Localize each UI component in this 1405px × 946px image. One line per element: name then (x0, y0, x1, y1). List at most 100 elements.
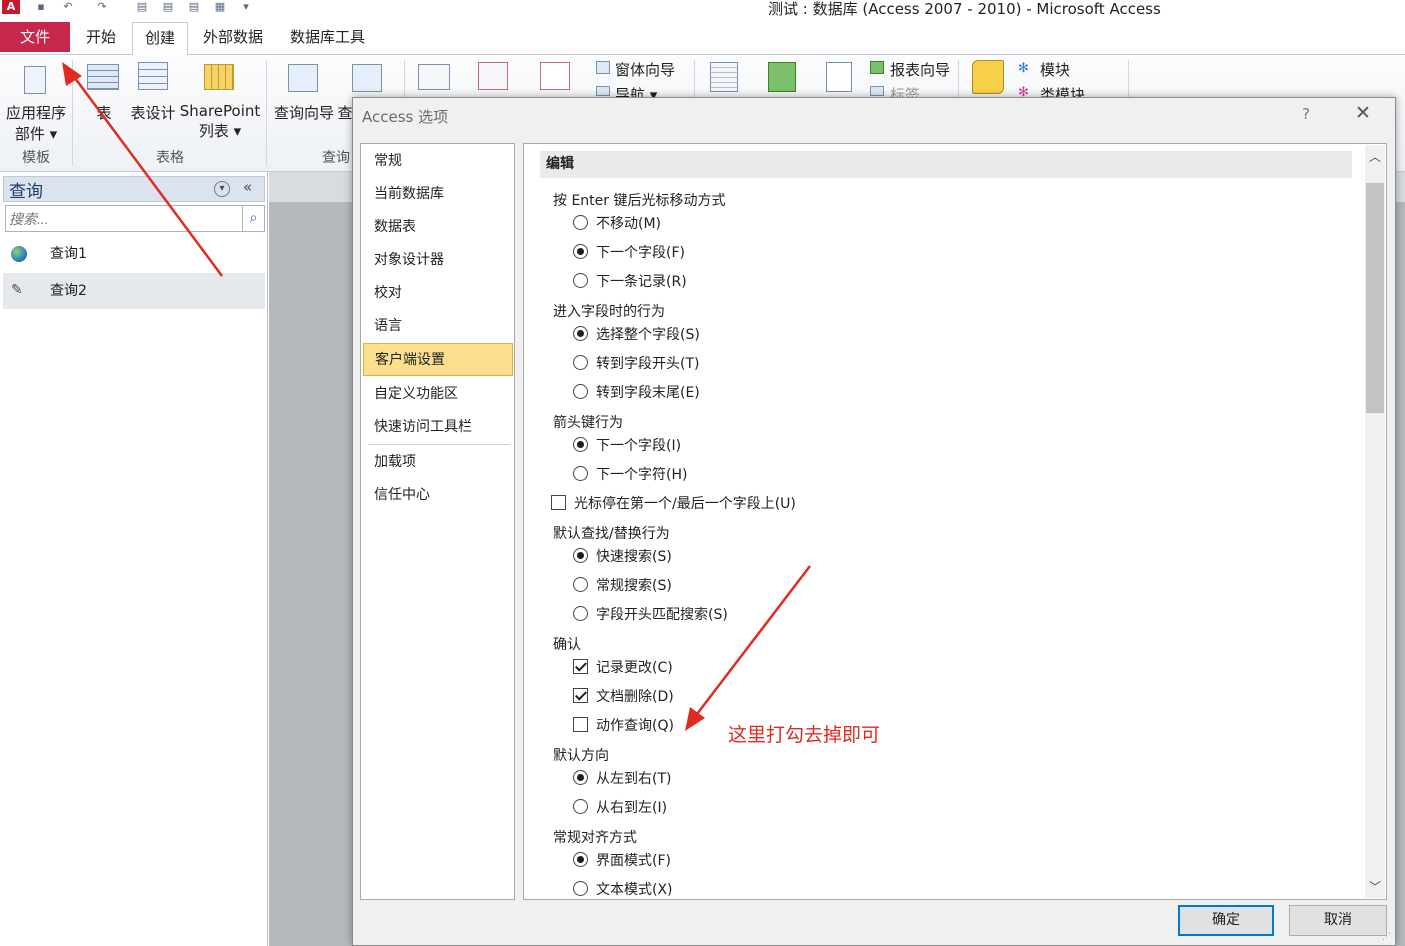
radio-start-of-field-search[interactable]: 字段开头匹配搜索(S) (573, 605, 728, 625)
radio-arrow-next-char[interactable]: 下一个字符(H) (573, 465, 687, 485)
radio-go-to-start[interactable]: 转到字段开头(T) (573, 354, 699, 374)
module-button[interactable]: 模块 (1040, 59, 1070, 80)
blank-report-icon[interactable] (826, 62, 852, 92)
radio-button[interactable] (573, 577, 588, 592)
tab-file[interactable]: 文件 (0, 22, 70, 52)
app-parts-button[interactable]: 应用程序 部件 ▾ (2, 102, 70, 144)
option-label: 下一个字段(F) (596, 245, 685, 261)
option-label: 记录更改(C) (596, 660, 673, 676)
radio-button[interactable] (573, 852, 588, 867)
options-nav-trust-center[interactable]: 信任中心 (363, 479, 513, 512)
radio-next-field[interactable]: 下一个字段(F) (573, 243, 685, 263)
qat-icon-1[interactable]: ▤ (136, 1, 148, 13)
form-wizard-button[interactable]: 窗体向导 (615, 59, 675, 80)
tab-create[interactable]: 创建 (132, 22, 188, 55)
query-wizard-button[interactable]: 查询向导 (270, 102, 338, 123)
radio-button[interactable] (573, 437, 588, 452)
radio-button[interactable] (573, 606, 588, 621)
nav-dropdown-icon[interactable]: ▾ (214, 181, 230, 197)
tab-home[interactable]: 开始 (78, 22, 124, 52)
nav-item-query2[interactable]: ✎ 查询2 (3, 273, 265, 309)
access-logo-icon[interactable]: A (2, 0, 20, 14)
qat-customize-icon[interactable]: ▾ (240, 1, 252, 13)
radio-arrow-next-field[interactable]: 下一个字段(I) (573, 436, 681, 456)
report-wizard-icon (870, 61, 884, 74)
radio-select-entire-field[interactable]: 选择整个字段(S) (573, 325, 700, 345)
table-button[interactable]: 表 (92, 102, 116, 123)
radio-next-record[interactable]: 下一条记录(R) (573, 272, 687, 292)
options-nav-add-ins[interactable]: 加载项 (363, 446, 513, 479)
checkbox-action-queries[interactable]: 动作查询(Q) (573, 716, 674, 736)
checkbox[interactable] (551, 495, 566, 510)
search-icon[interactable]: ⌕ (243, 205, 265, 232)
radio-left-to-right[interactable]: 从左到右(T) (573, 769, 671, 789)
cancel-button[interactable]: 取消 (1289, 905, 1387, 936)
report-wizard-button[interactable]: 报表向导 (890, 59, 950, 80)
radio-button[interactable] (573, 244, 588, 259)
collapse-pane-icon[interactable]: « (243, 178, 252, 196)
radio-button[interactable] (573, 881, 588, 896)
radio-go-to-end[interactable]: 转到字段末尾(E) (573, 383, 700, 403)
table-icon (87, 64, 119, 90)
redo-icon[interactable]: ↷ (96, 1, 108, 13)
form-icon[interactable] (418, 64, 450, 90)
options-nav-object-designers[interactable]: 对象设计器 (363, 244, 513, 277)
ok-button[interactable]: 确定 (1178, 905, 1274, 936)
sharepoint-list-icon (204, 64, 234, 90)
qat-icon-2[interactable]: ▤ (162, 1, 174, 13)
checkbox-cursor-stops[interactable]: 光标停在第一个/最后一个字段上(U) (551, 494, 796, 514)
help-icon[interactable]: ? (1302, 105, 1310, 123)
options-nav-client-settings[interactable]: 客户端设置 (363, 343, 513, 376)
radio-button[interactable] (573, 326, 588, 341)
radio-button[interactable] (573, 355, 588, 370)
radio-fast-search[interactable]: 快速搜索(S) (573, 547, 672, 567)
option-label: 不移动(M) (596, 216, 662, 232)
save-icon[interactable]: ▪ (35, 1, 47, 13)
radio-button[interactable] (573, 548, 588, 563)
radio-interface-mode[interactable]: 界面模式(F) (573, 851, 671, 871)
close-icon[interactable]: ✕ (1355, 102, 1371, 124)
form-design-icon[interactable] (478, 62, 508, 90)
checkbox[interactable] (573, 659, 588, 674)
report-design-icon[interactable] (768, 62, 796, 92)
radio-dont-move[interactable]: 不移动(M) (573, 214, 661, 234)
checkbox[interactable] (573, 717, 588, 732)
macro-icon[interactable] (972, 60, 1004, 94)
options-nav-current-database[interactable]: 当前数据库 (363, 178, 513, 211)
nav-search-input[interactable] (5, 205, 243, 232)
radio-button[interactable] (573, 466, 588, 481)
tab-database-tools[interactable]: 数据库工具 (282, 22, 373, 52)
checkbox-document-deletions[interactable]: 文档删除(D) (573, 687, 674, 707)
radio-button[interactable] (573, 273, 588, 288)
sharepoint-list-button[interactable]: SharePoint 列表 ▾ (178, 102, 262, 141)
checkbox[interactable] (573, 688, 588, 703)
scroll-down-icon[interactable]: ﹀ (1367, 878, 1383, 895)
radio-button[interactable] (573, 215, 588, 230)
resize-grip-icon[interactable]: ⋰ (1382, 932, 1391, 942)
radio-text-mode[interactable]: 文本模式(X) (573, 880, 673, 900)
scrollbar-thumb[interactable] (1366, 183, 1384, 413)
checkbox-record-changes[interactable]: 记录更改(C) (573, 658, 673, 678)
options-nav-customize-ribbon[interactable]: 自定义功能区 (363, 378, 513, 411)
options-nav-proofing[interactable]: 校对 (363, 277, 513, 310)
options-nav-quick-access-toolbar[interactable]: 快速访问工具栏 (363, 411, 513, 444)
options-nav-language[interactable]: 语言 (363, 310, 513, 343)
radio-button[interactable] (573, 799, 588, 814)
report-icon[interactable] (710, 62, 738, 92)
app-parts-icon (24, 66, 46, 94)
options-nav-datasheet[interactable]: 数据表 (363, 211, 513, 244)
tab-external-data[interactable]: 外部数据 (195, 22, 271, 52)
undo-icon[interactable]: ↶ (62, 1, 74, 13)
radio-right-to-left[interactable]: 从右到左(I) (573, 798, 667, 818)
nav-item-query1[interactable]: 查询1 (3, 236, 265, 272)
blank-form-icon[interactable] (540, 62, 570, 90)
group-label-default-direction: 默认方向 (553, 748, 609, 764)
qat-icon-3[interactable]: ▤ (188, 1, 200, 13)
qat-icon-4[interactable]: ▦ (214, 1, 226, 13)
radio-button[interactable] (573, 384, 588, 399)
table-design-button[interactable]: 表设计 (128, 102, 178, 123)
radio-general-search[interactable]: 常规搜索(S) (573, 576, 672, 596)
radio-button[interactable] (573, 770, 588, 785)
options-nav-general[interactable]: 常规 (363, 145, 513, 178)
scroll-up-icon[interactable]: ︿ (1367, 148, 1383, 165)
